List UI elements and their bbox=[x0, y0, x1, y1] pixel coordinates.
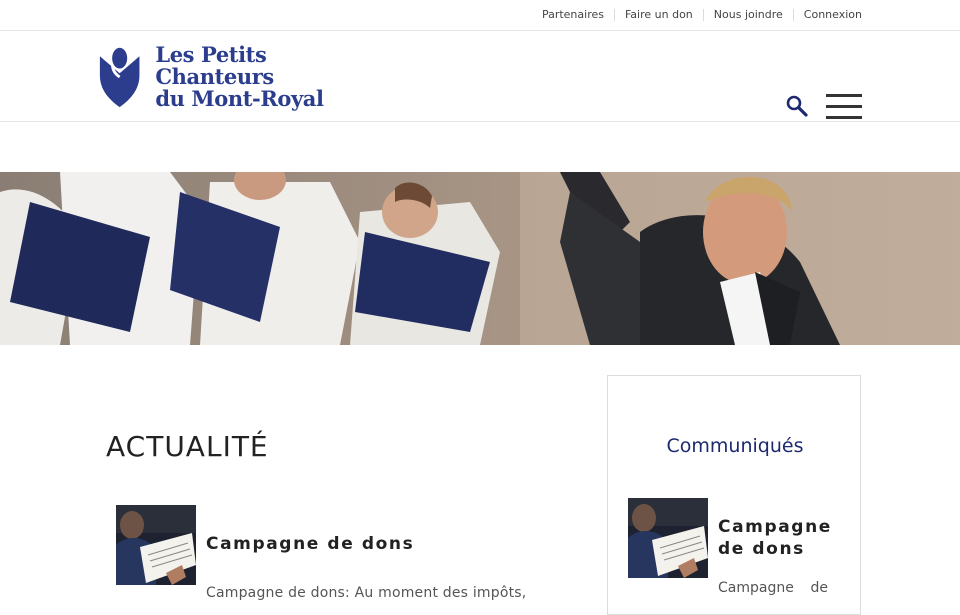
post-title[interactable]: Campagne de dons bbox=[206, 534, 414, 554]
search-button[interactable] bbox=[786, 95, 808, 117]
site-logo[interactable]: Les Petits Chanteurs du Mont-Royal bbox=[98, 43, 378, 111]
sidebar-widget: Communiqués Campagne de dons Campagne de bbox=[607, 375, 861, 615]
sidebar-post-thumbnail[interactable] bbox=[628, 498, 708, 578]
page-title: ACTUALITÉ bbox=[106, 430, 269, 463]
hamburger-menu-icon bbox=[826, 94, 862, 97]
sidebar-post-excerpt: Campagne de bbox=[718, 580, 828, 596]
top-bar: Partenaires Faire un don Nous joindre Co… bbox=[0, 0, 960, 31]
top-nav-nous-joindre[interactable]: Nous joindre bbox=[702, 9, 793, 21]
post-thumbnail[interactable] bbox=[116, 505, 196, 585]
top-nav-faire-un-don[interactable]: Faire un don bbox=[613, 9, 703, 21]
sidebar-post-title[interactable]: Campagne de dons bbox=[718, 516, 838, 560]
hamburger-line bbox=[826, 105, 862, 108]
main-content: ACTUALITÉ Campagne de dons Campagne de d… bbox=[106, 430, 556, 601]
hero-banner-image bbox=[0, 172, 960, 345]
widget-title: Communiqués bbox=[666, 435, 804, 457]
sheet-music-photo bbox=[628, 498, 708, 578]
logo-line-1: Les Petits Chanteurs bbox=[155, 42, 274, 89]
sidebar-excerpt-word: Campagne bbox=[718, 580, 794, 596]
site-header: Les Petits Chanteurs du Mont-Royal bbox=[0, 31, 960, 122]
top-nav-connexion[interactable]: Connexion bbox=[792, 9, 862, 21]
top-nav: Partenaires Faire un don Nous joindre Co… bbox=[532, 0, 862, 30]
hamburger-line bbox=[826, 116, 862, 119]
logo-line-2: du Mont-Royal bbox=[155, 86, 324, 111]
choir-conductor-photo bbox=[0, 172, 960, 345]
choir-logo-icon bbox=[99, 47, 140, 108]
search-icon bbox=[786, 95, 808, 117]
logo-wordmark: Les Petits Chanteurs du Mont-Royal bbox=[155, 44, 378, 110]
hamburger-menu-button[interactable] bbox=[826, 94, 862, 120]
sheet-music-photo bbox=[116, 505, 196, 585]
top-nav-partenaires[interactable]: Partenaires bbox=[532, 9, 614, 21]
post-excerpt: Campagne de dons: Au moment des impôts, bbox=[206, 585, 527, 601]
sidebar-excerpt-word: de bbox=[810, 580, 829, 596]
